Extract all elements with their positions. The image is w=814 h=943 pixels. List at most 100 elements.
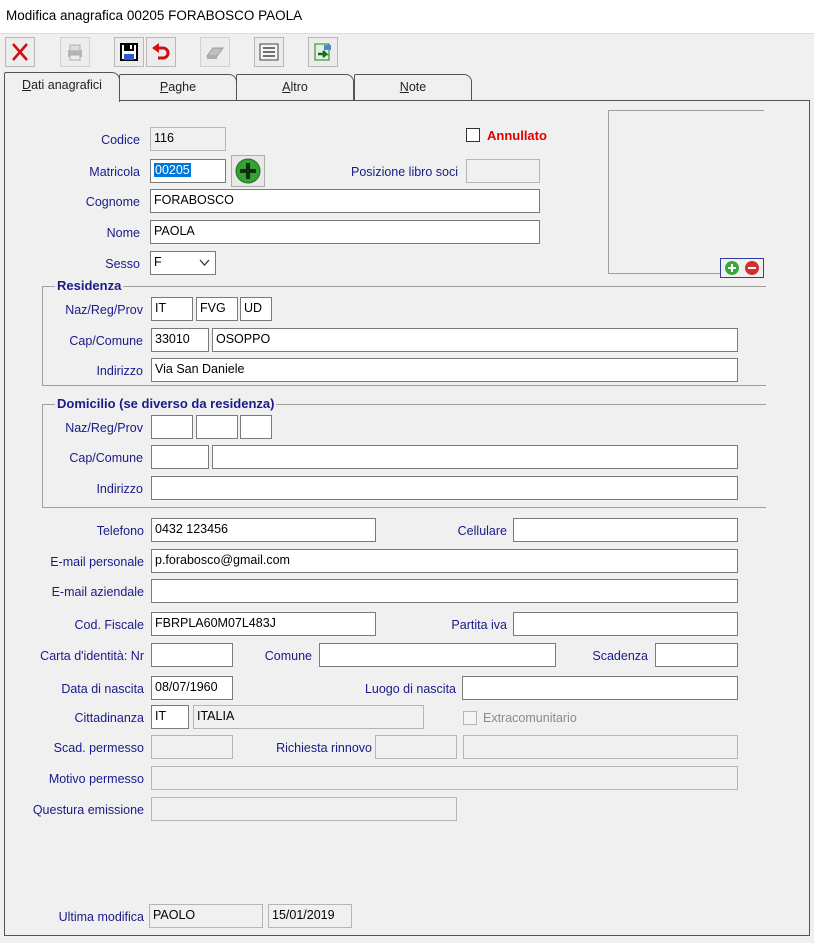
carta-identita-field[interactable] <box>151 643 233 667</box>
cellulare-label: Cellulare <box>457 524 507 538</box>
res-comune-field[interactable]: OSOPPO <box>212 328 738 352</box>
cellulare-field[interactable] <box>513 518 738 542</box>
dom-cap-label: Cap/Comune <box>69 451 143 465</box>
comune-ci-field[interactable] <box>319 643 556 667</box>
partita-iva-label: Partita iva <box>451 618 507 632</box>
extracomunitario-label: Extracomunitario <box>483 711 577 725</box>
questura-label: Questura emissione <box>32 803 144 817</box>
motivo-permesso-field <box>151 766 738 790</box>
add-photo-icon[interactable] <box>724 260 740 276</box>
telefono-field[interactable]: 0432 123456 <box>151 518 376 542</box>
sesso-select[interactable]: F <box>150 251 216 275</box>
scadenza-field[interactable] <box>655 643 738 667</box>
res-naz-field[interactable]: IT <box>151 297 193 321</box>
annullato-label: Annullato <box>487 128 547 143</box>
save-icon <box>120 43 138 61</box>
data-nascita-label: Data di nascita <box>61 682 144 696</box>
photo-box[interactable] <box>608 110 764 274</box>
ultima-modifica-user: PAOLO <box>149 904 263 928</box>
dom-prov-field[interactable] <box>240 415 272 439</box>
eraser-icon <box>206 47 224 59</box>
dom-naz-field[interactable] <box>151 415 193 439</box>
nome-label: Nome <box>106 226 140 240</box>
export-icon <box>314 43 331 61</box>
cod-fiscale-field[interactable]: FBRPLA60M07L483J <box>151 612 376 636</box>
eraser-button[interactable] <box>200 37 230 67</box>
export-button[interactable] <box>308 37 338 67</box>
email-personale-label: E-mail personale <box>50 555 144 569</box>
res-indirizzo-field[interactable]: Via San Daniele <box>151 358 738 382</box>
undo-button[interactable] <box>146 37 176 67</box>
photo-actions <box>720 258 764 278</box>
cognome-label: Cognome <box>85 195 140 209</box>
richiesta-rinnovo-label: Richiesta rinnovo <box>276 741 372 755</box>
carta-identita-label: Carta d'identità: Nr <box>40 649 144 663</box>
cod-fiscale-label: Cod. Fiscale <box>74 618 144 632</box>
motivo-permesso-label: Motivo permesso <box>48 772 144 786</box>
matricola-field[interactable]: 00205 <box>150 159 226 183</box>
res-cap-field[interactable]: 33010 <box>151 328 209 352</box>
add-matricola-button[interactable] <box>231 155 265 187</box>
annullato-checkbox[interactable] <box>466 128 480 142</box>
luogo-nascita-field[interactable] <box>462 676 738 700</box>
save-button[interactable] <box>114 37 144 67</box>
posizione-field <box>466 159 540 183</box>
undo-icon <box>152 43 170 60</box>
res-cap-label: Cap/Comune <box>69 334 143 348</box>
list-button[interactable] <box>254 37 284 67</box>
tab-paghe[interactable]: Paghe <box>119 74 237 100</box>
data-nascita-field[interactable]: 08/07/1960 <box>151 676 233 700</box>
scadenza-label: Scadenza <box>592 649 648 663</box>
sesso-label: Sesso <box>105 257 140 271</box>
email-aziendale-field[interactable] <box>151 579 738 603</box>
tab-dati-anagrafici[interactable]: Dati anagrafici <box>4 72 120 102</box>
tab-altro[interactable]: Altro <box>236 74 354 100</box>
email-aziendale-label: E-mail aziendale <box>51 585 144 599</box>
title-bar: Modifica anagrafica 00205 FORABOSCO PAOL… <box>0 0 814 34</box>
chevron-down-icon <box>199 259 210 266</box>
cittadinanza-name-field: ITALIA <box>193 705 424 729</box>
email-personale-field[interactable]: p.forabosco@gmail.com <box>151 549 738 573</box>
dom-comune-field[interactable] <box>212 445 738 469</box>
window-title: Modifica anagrafica 00205 FORABOSCO PAOL… <box>6 8 303 23</box>
close-icon <box>12 43 28 61</box>
plus-icon <box>235 158 261 184</box>
telefono-label: Telefono <box>96 524 144 538</box>
cognome-field[interactable]: FORABOSCO <box>150 189 540 213</box>
richiesta-rinnovo-field <box>375 735 457 759</box>
posizione-label: Posizione libro soci <box>351 165 458 179</box>
res-prov-field[interactable]: UD <box>240 297 272 321</box>
luogo-nascita-label: Luogo di nascita <box>364 682 456 696</box>
domicilio-title: Domicilio (se diverso da residenza) <box>55 396 277 411</box>
close-button[interactable] <box>5 37 35 67</box>
dom-ind-label: Indirizzo <box>96 482 143 496</box>
dom-reg-field[interactable] <box>196 415 238 439</box>
list-icon <box>259 43 279 61</box>
print-button[interactable] <box>60 37 90 67</box>
scad-permesso-label: Scad. permesso <box>53 741 144 755</box>
remove-photo-icon[interactable] <box>744 260 760 276</box>
res-naz-label: Naz/Reg/Prov <box>65 303 143 317</box>
extracomunitario-checkbox[interactable] <box>463 711 477 725</box>
res-reg-field[interactable]: FVG <box>196 297 238 321</box>
res-ind-label: Indirizzo <box>96 364 143 378</box>
ultima-modifica-label: Ultima modifica <box>58 910 144 924</box>
scad-permesso-field <box>151 735 233 759</box>
nome-field[interactable]: PAOLA <box>150 220 540 244</box>
questura-field <box>151 797 457 821</box>
partita-iva-field[interactable] <box>513 612 738 636</box>
tab-note[interactable]: Note <box>354 74 472 100</box>
residenza-title: Residenza <box>55 278 124 293</box>
dom-cap-field[interactable] <box>151 445 209 469</box>
cittadinanza-label: Cittadinanza <box>74 711 145 725</box>
ultima-modifica-date: 15/01/2019 <box>268 904 352 928</box>
comune-ci-label: Comune <box>264 649 312 663</box>
richiesta-rinnovo-extra-field <box>463 735 738 759</box>
dom-naz-label: Naz/Reg/Prov <box>65 421 143 435</box>
dom-indirizzo-field[interactable] <box>151 476 738 500</box>
codice-label: Codice <box>101 133 140 147</box>
cittadinanza-code-field[interactable]: IT <box>151 705 189 729</box>
codice-field: 116 <box>150 127 226 151</box>
toolbar <box>0 34 814 72</box>
matricola-label: Matricola <box>89 165 140 179</box>
